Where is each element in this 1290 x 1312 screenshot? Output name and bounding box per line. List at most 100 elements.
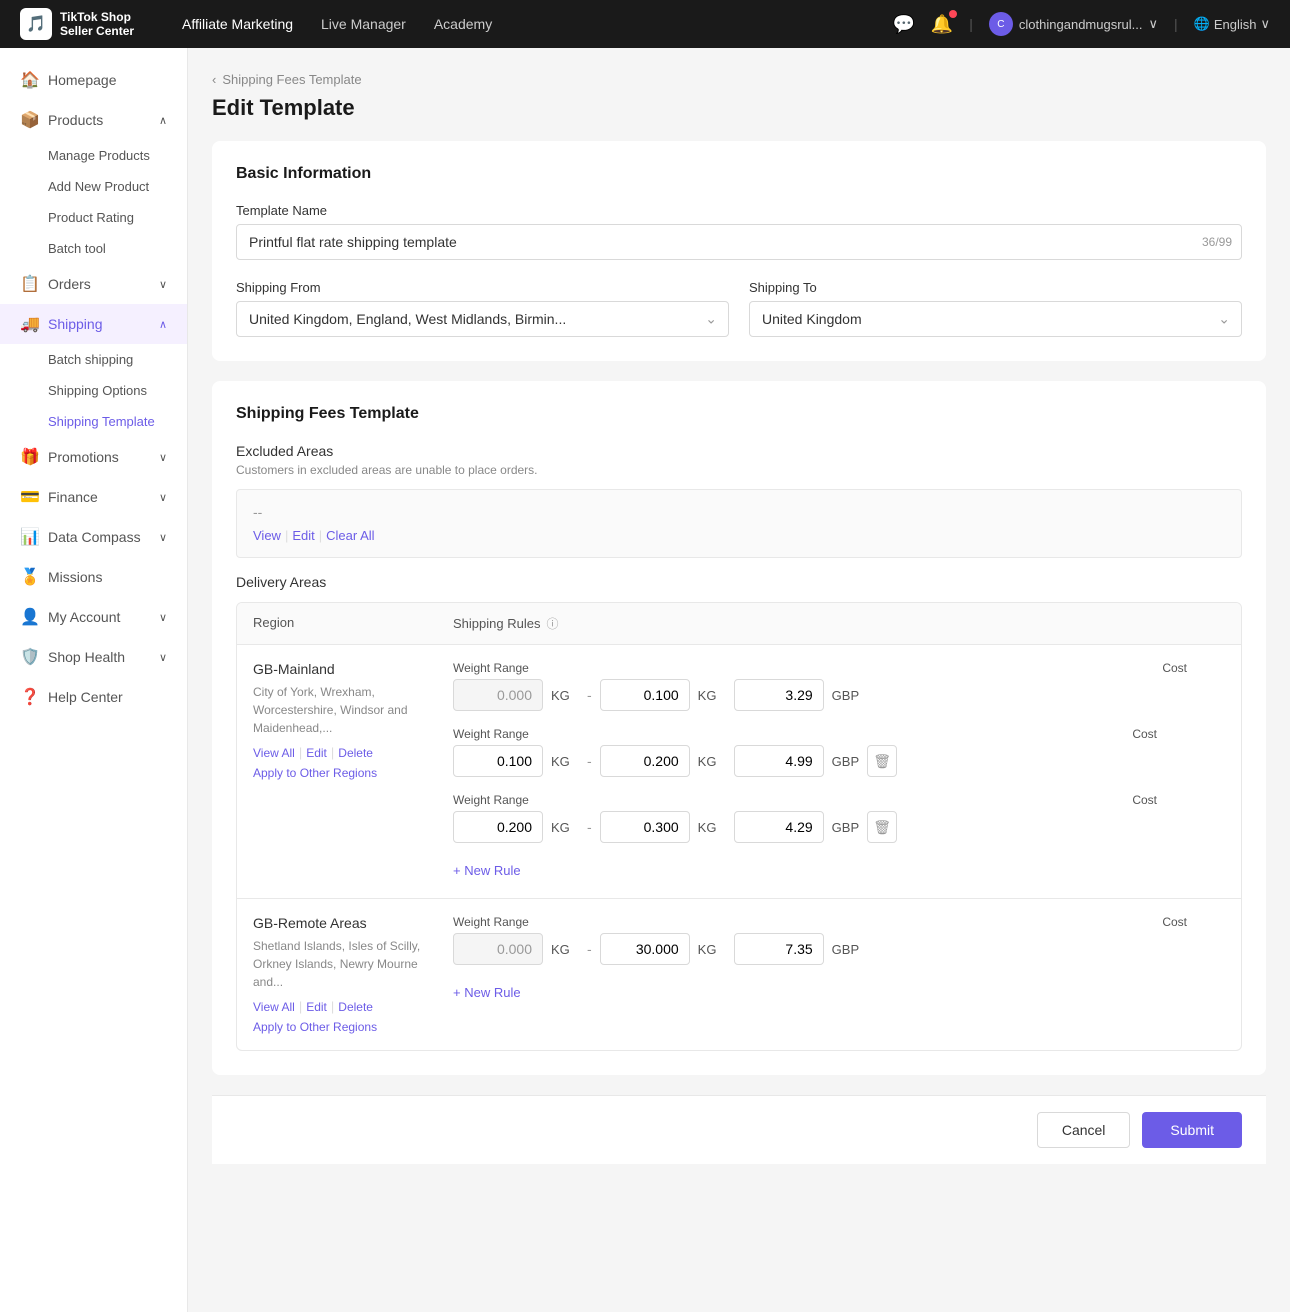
sidebar-item-promotions[interactable]: 🎁 Promotions ∨ xyxy=(0,437,187,477)
shipping-rules-info-icon[interactable]: ⓘ xyxy=(546,615,558,632)
rule-inputs-mainland-3: KG - KG GBP 🗑 xyxy=(453,811,1225,843)
remote-edit-link[interactable]: Edit xyxy=(306,1000,327,1014)
cost-remote-1[interactable] xyxy=(734,933,824,965)
weight-range-label-1: Weight Range xyxy=(453,661,529,675)
new-rule-btn-remote[interactable]: + New Rule xyxy=(453,981,521,1004)
cost-label-r1: Cost xyxy=(1162,915,1187,929)
nav-links: Affiliate Marketing Live Manager Academy xyxy=(182,16,860,32)
finance-chevron: ∨ xyxy=(159,491,167,504)
region-links-remote: View All | Edit | Delete xyxy=(253,999,437,1014)
help-icon: ❓ xyxy=(20,687,38,707)
nav-academy[interactable]: Academy xyxy=(434,16,492,32)
sidebar-item-missions[interactable]: 🏅 Missions xyxy=(0,557,187,597)
region-name-mainland: GB-Mainland xyxy=(253,661,437,677)
mainland-apply-link[interactable]: Apply to Other Regions xyxy=(253,766,377,780)
cost-mainland-2[interactable] xyxy=(734,745,824,777)
chat-icon[interactable]: 💬 xyxy=(892,14,914,35)
region-col-mainland: GB-Mainland City of York, Wrexham, Worce… xyxy=(253,661,453,882)
weight-from-mainland-2[interactable] xyxy=(453,745,543,777)
weight-to-remote-1[interactable] xyxy=(600,933,690,965)
account-chevron: ∨ xyxy=(159,611,167,624)
sidebar-item-my-account[interactable]: 👤 My Account ∨ xyxy=(0,597,187,637)
weight-to-mainland-2[interactable] xyxy=(600,745,690,777)
sidebar-label-finance: Finance xyxy=(48,489,98,505)
rule-block-mainland-2: Weight Range Cost KG - KG xyxy=(453,727,1225,777)
submit-button[interactable]: Submit xyxy=(1142,1112,1242,1148)
nav-divider: | xyxy=(969,16,973,32)
sidebar-item-finance[interactable]: 💳 Finance ∨ xyxy=(0,477,187,517)
sidebar-sub-shipping-template[interactable]: Shipping Template xyxy=(0,406,187,437)
sidebar: 🏠 Homepage 📦 Products ∧ Manage Products … xyxy=(0,48,188,1312)
weight-from-mainland-3[interactable] xyxy=(453,811,543,843)
shipping-from-select[interactable]: United Kingdom, England, West Midlands, … xyxy=(236,301,729,337)
template-name-input[interactable] xyxy=(236,224,1242,260)
delivery-table: Region Shipping Rules ⓘ GB-Mainland City… xyxy=(236,602,1242,1051)
remote-apply-link[interactable]: Apply to Other Regions xyxy=(253,1020,377,1034)
logo-icon: 🎵 xyxy=(20,8,52,40)
remote-view-all-link[interactable]: View All xyxy=(253,1000,295,1014)
excluded-view-link[interactable]: View xyxy=(253,528,281,543)
shipping-to-select[interactable]: United Kingdom xyxy=(749,301,1242,337)
breadcrumb-parent[interactable]: Shipping Fees Template xyxy=(222,72,361,87)
sidebar-sub-add-product[interactable]: Add New Product xyxy=(0,171,187,202)
unit-kg-4: KG xyxy=(698,754,726,769)
delivery-areas-title: Delivery Areas xyxy=(236,574,1242,590)
unit-kg-r1: KG xyxy=(551,942,579,957)
products-icon: 📦 xyxy=(20,110,38,130)
template-name-group: Template Name 36/99 xyxy=(236,203,1242,260)
delete-rule-mainland-3[interactable]: 🗑 xyxy=(867,811,897,843)
sidebar-label-orders: Orders xyxy=(48,276,91,292)
orders-chevron: ∨ xyxy=(159,278,167,291)
excluded-clear-link[interactable]: Clear All xyxy=(326,528,374,543)
user-name: clothingandmugsrul... xyxy=(1019,17,1143,32)
weight-to-mainland-3[interactable] xyxy=(600,811,690,843)
nav-user[interactable]: C clothingandmugsrul... ∨ xyxy=(989,12,1158,36)
nav-affiliate-marketing[interactable]: Affiliate Marketing xyxy=(182,16,293,32)
unit-kg-5: KG xyxy=(551,820,579,835)
sidebar-item-shipping[interactable]: 🚚 Shipping ∧ xyxy=(0,304,187,344)
mainland-view-all-link[interactable]: View All xyxy=(253,746,295,760)
template-name-count: 36/99 xyxy=(1202,235,1232,249)
rule-inputs-mainland-2: KG - KG GBP 🗑 xyxy=(453,745,1225,777)
main-content: ‹ Shipping Fees Template Edit Template B… xyxy=(188,48,1290,1312)
sidebar-label-data-compass: Data Compass xyxy=(48,529,141,545)
mainland-delete-link[interactable]: Delete xyxy=(338,746,373,760)
excluded-edit-link[interactable]: Edit xyxy=(292,528,314,543)
sidebar-sub-batch-tool[interactable]: Batch tool xyxy=(0,233,187,264)
sidebar-sub-batch-shipping[interactable]: Batch shipping xyxy=(0,344,187,375)
cost-mainland-1[interactable] xyxy=(734,679,824,711)
col-rules-header: Shipping Rules ⓘ xyxy=(453,615,1225,632)
layout: 🏠 Homepage 📦 Products ∧ Manage Products … xyxy=(0,48,1290,1312)
cost-mainland-3[interactable] xyxy=(734,811,824,843)
shop-health-icon: 🛡️ xyxy=(20,647,38,667)
sidebar-item-homepage[interactable]: 🏠 Homepage xyxy=(0,60,187,100)
shipping-to-label: Shipping To xyxy=(749,280,1242,295)
rule-inputs-remote-1: KG - KG GBP xyxy=(453,933,1225,965)
shipping-from-label: Shipping From xyxy=(236,280,729,295)
language-selector[interactable]: 🌐 English ∨ xyxy=(1194,16,1270,32)
delete-rule-mainland-2[interactable]: 🗑 xyxy=(867,745,897,777)
remote-delete-link[interactable]: Delete xyxy=(338,1000,373,1014)
unit-kg-r2: KG xyxy=(698,942,726,957)
sidebar-item-help-center[interactable]: ❓ Help Center xyxy=(0,677,187,717)
sidebar-item-products[interactable]: 📦 Products ∧ xyxy=(0,100,187,140)
new-rule-btn-mainland[interactable]: + New Rule xyxy=(453,859,521,882)
nav-live-manager[interactable]: Live Manager xyxy=(321,16,406,32)
sidebar-item-shop-health[interactable]: 🛡️ Shop Health ∨ xyxy=(0,637,187,677)
unit-kg-3: KG xyxy=(551,754,579,769)
missions-icon: 🏅 xyxy=(20,567,38,587)
shipping-fees-card: Shipping Fees Template Excluded Areas Cu… xyxy=(212,381,1266,1075)
user-chevron: ∨ xyxy=(1149,16,1159,32)
sidebar-sub-manage-products[interactable]: Manage Products xyxy=(0,140,187,171)
weight-from-remote-1 xyxy=(453,933,543,965)
cost-label-1: Cost xyxy=(1162,661,1187,675)
sidebar-item-data-compass[interactable]: 📊 Data Compass ∨ xyxy=(0,517,187,557)
mainland-edit-link[interactable]: Edit xyxy=(306,746,327,760)
cancel-button[interactable]: Cancel xyxy=(1037,1112,1131,1148)
sidebar-sub-product-rating[interactable]: Product Rating xyxy=(0,202,187,233)
sidebar-sub-shipping-options[interactable]: Shipping Options xyxy=(0,375,187,406)
sidebar-item-orders[interactable]: 📋 Orders ∨ xyxy=(0,264,187,304)
shop-health-chevron: ∨ xyxy=(159,651,167,664)
notification-icon[interactable]: 🔔 xyxy=(931,14,953,35)
weight-to-mainland-1[interactable] xyxy=(600,679,690,711)
